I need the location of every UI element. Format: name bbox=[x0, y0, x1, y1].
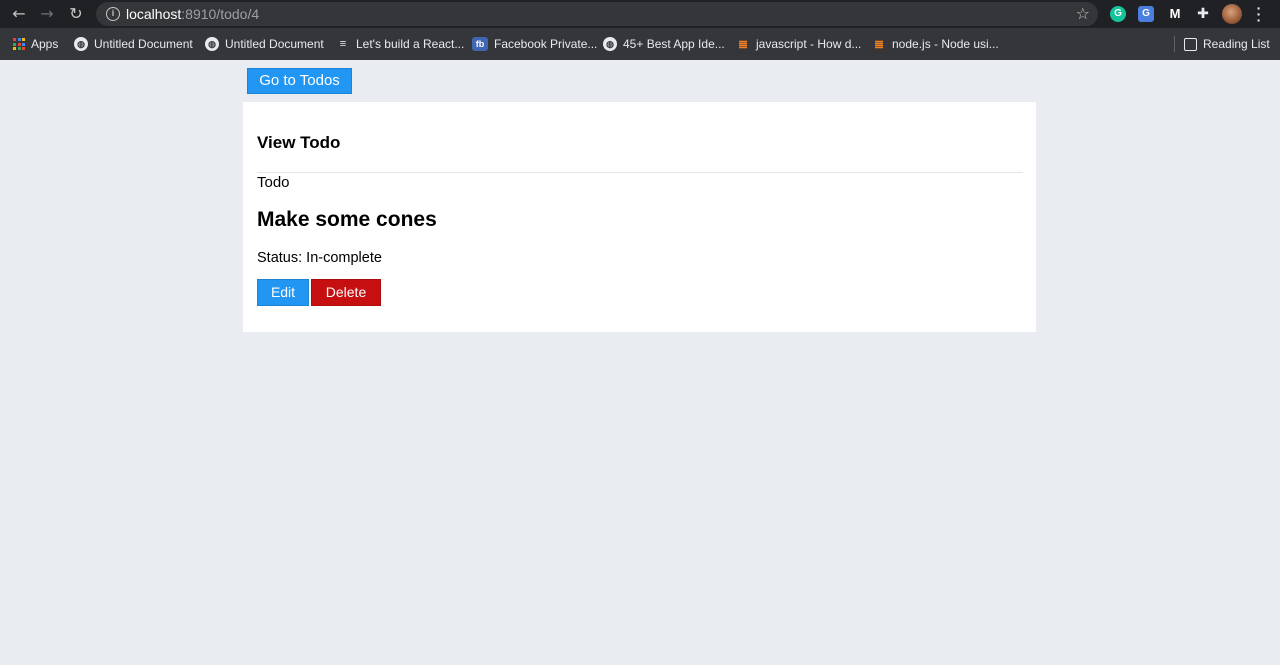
apps-grid-icon bbox=[13, 38, 25, 50]
grammarly-extension-icon[interactable]: G bbox=[1110, 6, 1126, 22]
bookmark-label: Untitled Document bbox=[225, 37, 324, 51]
stackoverflow-icon: ≣ bbox=[737, 37, 749, 51]
delete-button[interactable]: Delete bbox=[311, 279, 381, 306]
go-to-todos-button[interactable]: Go to Todos bbox=[247, 68, 352, 94]
bookmark-label: javascript - How d... bbox=[756, 37, 862, 51]
todo-status: Status: In-complete bbox=[257, 250, 382, 266]
edit-button[interactable]: Edit bbox=[257, 279, 309, 306]
url-text[interactable]: localhost:8910/todo/4 bbox=[126, 6, 259, 22]
bookmark-label: node.js - Node usi... bbox=[892, 37, 999, 51]
todo-title: Make some cones bbox=[257, 208, 437, 231]
list-icon: ≡ bbox=[339, 38, 347, 50]
bookmark-item[interactable]: ≣ node.js - Node usi... bbox=[872, 35, 999, 53]
back-arrow-icon[interactable]: ← bbox=[9, 4, 29, 24]
card-title: View Todo bbox=[257, 133, 341, 152]
extensions-puzzle-icon[interactable]: ✚ bbox=[1195, 6, 1211, 22]
url-path: :8910/todo/4 bbox=[181, 6, 260, 22]
medium-extension-icon[interactable]: M bbox=[1167, 6, 1183, 22]
bookmarks-separator bbox=[1174, 36, 1175, 52]
translate-extension-icon[interactable]: G bbox=[1138, 6, 1154, 22]
bookmark-label: Facebook Private... bbox=[494, 37, 598, 51]
reading-list-icon bbox=[1184, 37, 1197, 51]
bookmark-label: 45+ Best App Ide... bbox=[623, 37, 725, 51]
bookmark-item[interactable]: ≡ Let's build a React... bbox=[336, 35, 465, 53]
bookmark-label: Apps bbox=[31, 37, 59, 51]
stackoverflow-icon: ≣ bbox=[873, 37, 885, 51]
address-bar[interactable]: i localhost:8910/todo/4 ☆ bbox=[96, 2, 1098, 26]
site-info-icon[interactable]: i bbox=[106, 7, 120, 21]
bookmark-apps[interactable]: Apps bbox=[13, 35, 58, 53]
profile-avatar[interactable] bbox=[1222, 4, 1242, 24]
forward-arrow-icon[interactable]: → bbox=[37, 4, 57, 24]
bookmark-item[interactable]: fb Facebook Private... bbox=[472, 35, 597, 53]
browser-toolbar: ← → ↻ i localhost:8910/todo/4 ☆ G G M ✚ … bbox=[0, 0, 1280, 28]
bookmark-label: Let's build a React... bbox=[356, 37, 465, 51]
card-divider bbox=[257, 172, 1023, 173]
bookmark-item[interactable]: ◍ 45+ Best App Ide... bbox=[603, 35, 725, 53]
section-label: Todo bbox=[257, 174, 290, 191]
bookmark-item[interactable]: ◍ Untitled Document bbox=[205, 35, 324, 53]
todo-card: View Todo Todo Make some cones Status: I… bbox=[243, 102, 1036, 332]
url-host: localhost bbox=[126, 6, 182, 22]
bookmarks-bar: Apps ◍ Untitled Document ◍ Untitled Docu… bbox=[0, 28, 1280, 60]
bookmark-label: Untitled Document bbox=[94, 37, 193, 51]
reading-list-button[interactable]: Reading List bbox=[1184, 35, 1270, 53]
globe-icon: ◍ bbox=[74, 37, 88, 51]
bookmark-star-icon[interactable]: ☆ bbox=[1076, 4, 1090, 23]
globe-icon: ◍ bbox=[205, 37, 219, 51]
bookmark-item[interactable]: ◍ Untitled Document bbox=[74, 35, 193, 53]
fb-icon: fb bbox=[472, 37, 488, 51]
globe-icon: ◍ bbox=[603, 37, 617, 51]
bookmark-item[interactable]: ≣ javascript - How d... bbox=[736, 35, 861, 53]
kebab-menu-icon[interactable]: · · · bbox=[1254, 1, 1264, 27]
reading-list-label: Reading List bbox=[1203, 37, 1270, 51]
reload-icon[interactable]: ↻ bbox=[66, 4, 86, 24]
